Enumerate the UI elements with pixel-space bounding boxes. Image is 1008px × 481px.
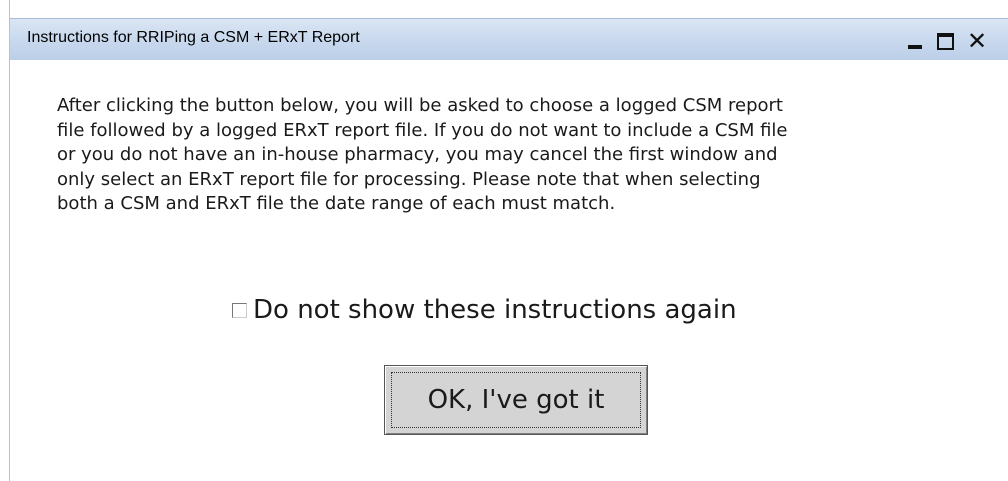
title-bar[interactable]: Instructions for RRIPing a CSM + ERxT Re… [10, 18, 1008, 60]
instructions-line: After clicking the button below, you wil… [57, 95, 783, 116]
minimize-icon [908, 45, 922, 49]
instructions-line: or you do not have an in-house pharmacy,… [57, 144, 778, 165]
dont-show-again-option[interactable]: Do not show these instructions again [232, 295, 737, 325]
instructions-dialog: Instructions for RRIPing a CSM + ERxT Re… [9, 0, 1008, 481]
instructions-line: only select an ERxT report file for proc… [57, 168, 761, 190]
minimize-button[interactable] [900, 25, 930, 55]
window-title: Instructions for RRIPing a CSM + ERxT Re… [27, 29, 360, 46]
dont-show-again-label[interactable]: Do not show these instructions again [253, 295, 737, 325]
maximize-icon [936, 32, 954, 50]
ok-button-label: OK, I've got it [427, 385, 605, 415]
instructions-line: both a CSM and ERxT file the date range … [57, 193, 616, 214]
instructions-line: file followed by a logged ERxT report fi… [57, 119, 788, 141]
instructions-text: After clicking the button below, you wil… [57, 94, 1002, 217]
maximize-button[interactable] [930, 25, 960, 55]
close-button[interactable]: ✕ [962, 25, 992, 55]
ok-button[interactable]: OK, I've got it [384, 365, 648, 435]
dont-show-again-checkbox[interactable] [232, 302, 247, 318]
close-icon: ✕ [966, 27, 988, 55]
